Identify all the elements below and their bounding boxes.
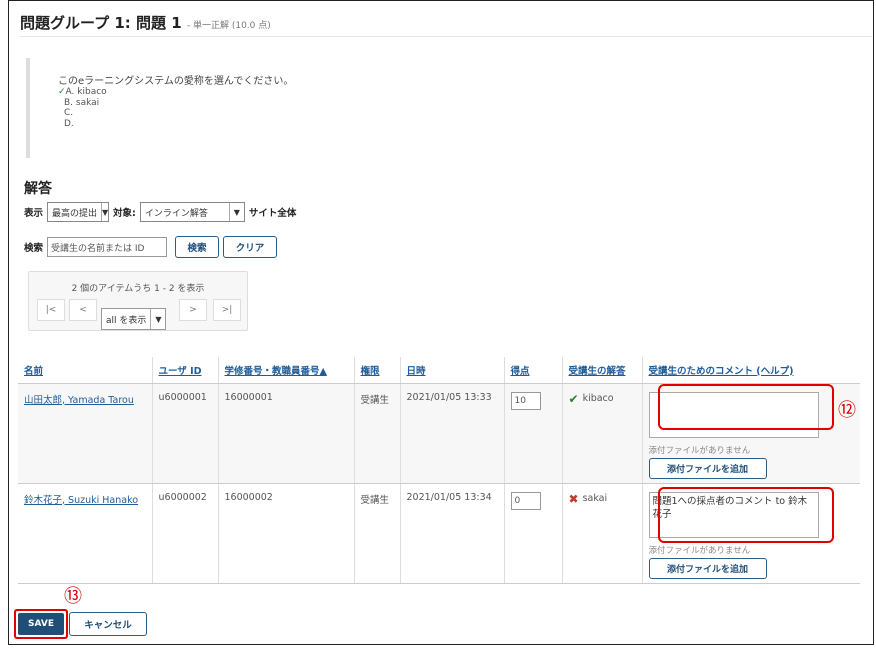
pager-info: 2 個のアイテムうち 1 - 2 を表示	[71, 284, 205, 294]
question-box: このeラーニングシステムの愛称を選んでください。 ✓A. kibaco B. s…	[26, 58, 293, 158]
search-button[interactable]: 検索	[175, 236, 220, 258]
dropdown-arrow-icon: ▼	[233, 207, 240, 217]
no-attachment-text: 添付ファイルがありません	[648, 545, 751, 556]
datetime: 2021/01/05 13:33	[399, 383, 504, 484]
next-page-button[interactable]: >	[179, 299, 207, 321]
question-title: 問題グループ 1: 問題 1 - 単一正解 (10.0 点)	[20, 12, 271, 33]
view-select[interactable]: 最高の提出 ▼	[47, 202, 110, 222]
option-d: D.	[64, 118, 74, 129]
col-comment[interactable]: 受講生のためのコメント (ヘルプ)	[641, 357, 860, 384]
prev-page-button[interactable]: <	[69, 299, 97, 321]
question-title-text: 問題グループ 1: 問題 1	[20, 14, 182, 32]
score-input[interactable]: 10	[510, 391, 541, 410]
add-attachment-button[interactable]: 添付ファイルを追加	[648, 457, 767, 479]
check-icon: ✓	[58, 87, 66, 97]
add-attachment-button[interactable]: 添付ファイルを追加	[648, 557, 767, 579]
col-name[interactable]: 名前	[18, 357, 152, 384]
search-label: 検索	[24, 243, 44, 254]
highlight-comment-2	[658, 487, 834, 543]
role: 受講生	[353, 483, 400, 584]
view-label: 表示	[24, 208, 44, 219]
student-number: 16000001	[217, 383, 354, 484]
col-answer[interactable]: 受講生の解答	[561, 357, 642, 384]
target-label: 対象:	[113, 208, 136, 219]
dropdown-arrow-icon: ▼	[102, 207, 109, 217]
search-row: 検索 受講生の名前または ID 検索 クリア	[24, 236, 278, 258]
student-answer: ✔ kibaco	[568, 391, 614, 406]
col-score[interactable]: 得点	[503, 357, 562, 384]
option-a: ✓A. kibaco	[58, 87, 107, 97]
dropdown-arrow-icon: ▼	[155, 314, 162, 324]
answers-title: 解答	[24, 181, 52, 197]
role: 受講生	[353, 383, 400, 484]
page-size-select[interactable]: all を表示 ▼	[101, 308, 167, 330]
option-b: B. sakai	[64, 97, 100, 108]
cross-icon: ✖	[568, 491, 579, 506]
pager: 2 個のアイテムうち 1 - 2 を表示 |< < all を表示 ▼ > >|	[28, 271, 248, 331]
question-subtitle: - 単一正解 (10.0 点)	[186, 21, 271, 31]
question-text: このeラーニングシステムの愛称を選んでください。	[58, 76, 294, 87]
cancel-button[interactable]: キャンセル	[69, 612, 147, 636]
option-c: C.	[64, 108, 74, 118]
filter-row: 表示 最高の提出 ▼ 対象: インライン解答 ▼ サイト全体	[24, 202, 296, 222]
user-id: u6000001	[151, 383, 218, 484]
score-input[interactable]: 0	[510, 491, 541, 510]
datetime: 2021/01/05 13:34	[399, 483, 504, 584]
col-user-id[interactable]: ユーザ ID	[151, 357, 218, 384]
clear-button[interactable]: クリア	[223, 236, 278, 258]
first-page-button[interactable]: |<	[37, 299, 65, 321]
student-number: 16000002	[217, 483, 354, 584]
annotation-13: ⑬	[64, 586, 82, 607]
divider	[20, 36, 872, 37]
save-button[interactable]: SAVE	[18, 613, 64, 635]
user-id: u6000002	[151, 483, 218, 584]
no-attachment-text: 添付ファイルがありません	[648, 445, 751, 456]
site-label: サイト全体	[248, 208, 297, 219]
student-name-link[interactable]: 鈴木花子, Suzuki Hanako	[24, 495, 138, 506]
check-icon: ✔	[568, 391, 579, 406]
highlight-comment-1	[658, 384, 834, 430]
col-role[interactable]: 権限	[353, 357, 400, 384]
target-select[interactable]: インライン解答 ▼	[139, 202, 245, 222]
annotation-12: ⑫	[838, 400, 856, 421]
last-page-button[interactable]: >|	[213, 299, 241, 321]
col-number[interactable]: 学修番号・教職員番号▲	[217, 357, 354, 384]
col-datetime[interactable]: 日時	[399, 357, 504, 384]
student-answer: ✖ sakai	[568, 491, 608, 506]
search-input[interactable]: 受講生の名前または ID	[47, 237, 168, 257]
student-name-link[interactable]: 山田太郎, Yamada Tarou	[24, 395, 134, 406]
